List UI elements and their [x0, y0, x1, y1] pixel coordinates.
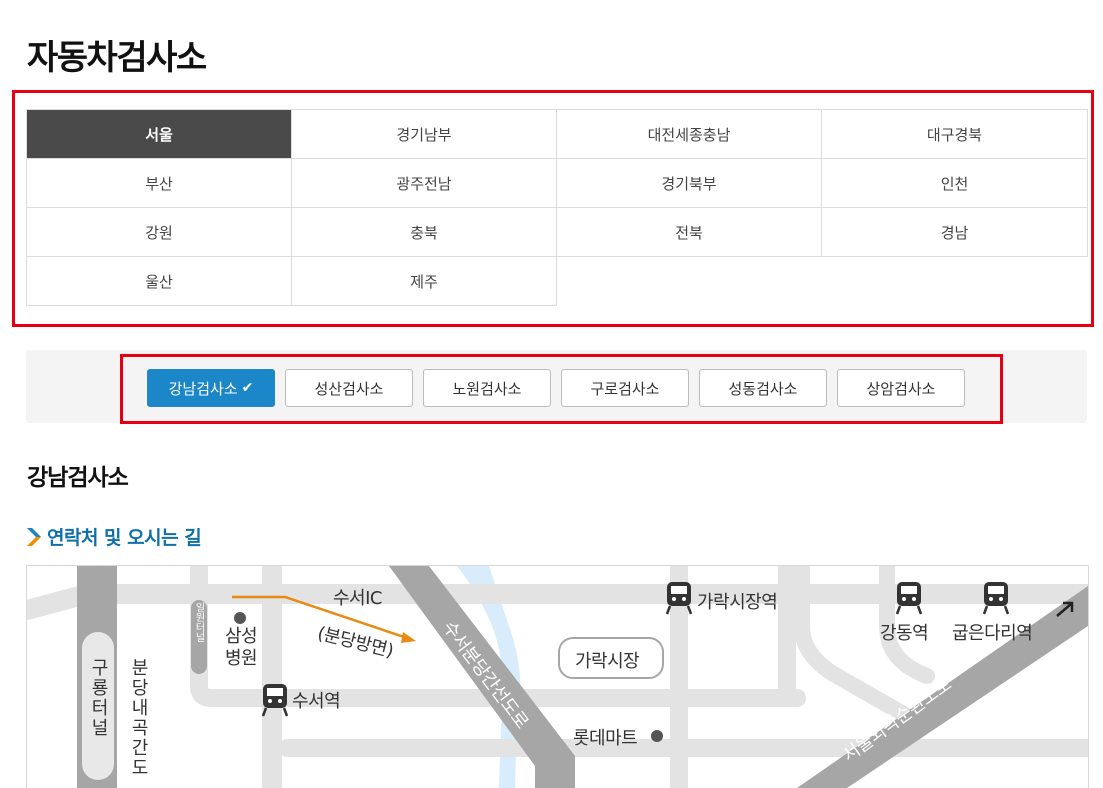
map-label-bundang-road: 분당내곡간도 [128, 658, 149, 778]
center-tab[interactable]: 구로검사소 [561, 369, 689, 407]
region-tab[interactable]: 경남 [822, 208, 1088, 257]
center-tab[interactable]: 성동검사소 [699, 369, 827, 407]
region-tab[interactable]: 강원 [27, 208, 292, 257]
region-tab[interactable]: 경기북부 [557, 159, 822, 208]
map-label-suseo-ic: 수서IC [333, 588, 383, 609]
route-arrow [401, 632, 416, 643]
region-tab[interactable]: 경기남부 [292, 110, 557, 159]
center-tab-label: 성동검사소 [728, 379, 798, 398]
region-tab-grid: 서울 경기남부 대전세종충남 대구경북부산 광주전남 경기북부 인천강원 충북 전북 경남울산 제주 [26, 109, 1088, 306]
center-tab[interactable]: 노원검사소 [423, 369, 551, 407]
center-tab[interactable]: 강남검사소 ✔ [147, 369, 275, 407]
check-icon: ✔ [241, 380, 254, 396]
train-icon [982, 582, 1010, 615]
map-label-guryong-tunnel: 구룡터널 [88, 658, 109, 738]
center-tab-label: 강남검사소 [168, 379, 238, 398]
region-tab[interactable]: 대구경북 [822, 110, 1088, 159]
center-tab-label: 성산검사소 [314, 379, 384, 398]
region-tab[interactable]: 인천 [822, 159, 1088, 208]
region-tab[interactable]: 부산 [27, 159, 292, 208]
center-tab-label: 구로검사소 [590, 379, 660, 398]
center-tab-label: 노원검사소 [452, 379, 522, 398]
center-tab[interactable]: 상암검사소 [837, 369, 965, 407]
sub-title: 연락처 및 오시는 길 [27, 523, 202, 550]
center-tab[interactable]: 성산검사소 [285, 369, 413, 407]
map-label-gubeun-station: 굽은다리역 [952, 623, 1033, 644]
map-label-samsung-hospital: 삼성병원 [224, 626, 258, 669]
section-title: 강남검사소 [27, 465, 129, 491]
map-label-lotte-mart: 롯데마트 [573, 728, 638, 749]
region-tab[interactable]: 전북 [557, 208, 822, 257]
map-label-ilwon-tunnel: 일원터널 [193, 602, 204, 642]
sub-title-text: 연락처 및 오시는 길 [47, 527, 202, 549]
map-drawing [27, 566, 1088, 788]
chevron-right-icon [27, 527, 41, 546]
center-tab-list: 강남검사소 ✔ 성산검사소 노원검사소 구로검사소 성동검사소 상암검사소 [147, 369, 965, 407]
region-tab[interactable]: 서울 [27, 110, 292, 159]
region-tab[interactable]: 제주 [292, 257, 557, 306]
hospital-dot [234, 612, 246, 624]
map-label-gangdong-station: 강동역 [880, 623, 929, 644]
lotte-dot [651, 730, 663, 742]
map-label-garak-station: 가락시장역 [697, 592, 778, 613]
map-label-garak-market: 가락시장 [575, 651, 640, 672]
region-tab[interactable]: 대전세종충남 [557, 110, 822, 159]
center-tab-label: 상암검사소 [866, 379, 936, 398]
map-label-suseo-station: 수서역 [292, 691, 341, 712]
region-tab[interactable]: 광주전남 [292, 159, 557, 208]
page-title: 자동차검사소 [27, 38, 207, 78]
region-tab[interactable]: 울산 [27, 257, 292, 306]
location-map[interactable]: 수서IC (분당방면) 가락시장역 강동역 굽은다리역 삼성병원 일원터널 구룡… [26, 565, 1089, 788]
region-tab[interactable]: 충북 [292, 208, 557, 257]
train-icon [895, 582, 923, 615]
